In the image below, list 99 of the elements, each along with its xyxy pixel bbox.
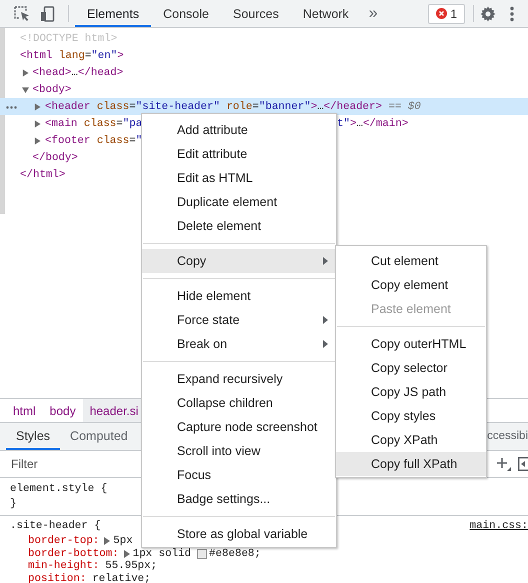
menu-item[interactable]: Cut element bbox=[336, 249, 486, 273]
css-property-name[interactable]: min-height: bbox=[28, 560, 100, 572]
settings-icon[interactable] bbox=[480, 6, 496, 22]
cursor-select-icon[interactable] bbox=[14, 6, 30, 22]
menu-item[interactable]: Badge settings... bbox=[142, 487, 336, 511]
menu-item-label: Force state bbox=[177, 313, 240, 327]
menu-item-label: Duplicate element bbox=[177, 195, 278, 209]
menu-item[interactable]: Add attribute bbox=[142, 118, 336, 142]
sidebar-toggle-icon[interactable] bbox=[518, 457, 528, 471]
menu-item-label: Copy XPath bbox=[371, 433, 438, 447]
color-swatch[interactable] bbox=[197, 548, 208, 559]
menu-item[interactable]: Scroll into view bbox=[142, 439, 336, 463]
menu-item-label: Delete element bbox=[177, 219, 262, 233]
menu-item-label: Cut element bbox=[371, 254, 438, 268]
code-line: <main class="pa bbox=[45, 118, 142, 130]
code-line: <head>…</head> bbox=[32, 66, 124, 78]
style-rule-text: } bbox=[10, 497, 16, 512]
menu-item-label: Hide element bbox=[177, 289, 251, 303]
plus-icon[interactable] bbox=[496, 457, 511, 471]
sidebar-tab[interactable]: Computed bbox=[60, 423, 138, 450]
menu-item-label: Break on bbox=[177, 337, 228, 351]
expand-arrow-icon[interactable] bbox=[34, 136, 41, 144]
menu-item[interactable]: Hide element bbox=[142, 284, 336, 308]
panel-tab[interactable]: Sources bbox=[220, 0, 291, 27]
scrollbar[interactable] bbox=[0, 28, 5, 214]
menu-item-label: Expand recursively bbox=[177, 372, 283, 386]
menu-item-label: Edit as HTML bbox=[177, 171, 253, 185]
menu-item[interactable]: Edit attribute bbox=[142, 142, 336, 166]
menu-item[interactable]: Duplicate element bbox=[142, 190, 336, 214]
sidebar-tab[interactable]: Styles bbox=[6, 423, 60, 450]
menu-item[interactable]: Copy styles bbox=[336, 404, 486, 428]
menu-item-label: Paste element bbox=[371, 302, 451, 316]
code-line: </body> bbox=[32, 152, 78, 164]
menu-item[interactable]: Copy XPath bbox=[336, 428, 486, 452]
more-tabs-button[interactable]: » bbox=[360, 4, 386, 22]
error-count-button[interactable]: 1 bbox=[428, 4, 465, 24]
menu-item-label: Collapse children bbox=[177, 396, 273, 410]
code-line: <!DOCTYPE html> bbox=[20, 32, 118, 44]
menu-item[interactable]: Edit as HTML bbox=[142, 166, 336, 190]
css-property-value[interactable]: #e8e8e8; bbox=[209, 548, 261, 560]
expand-arrow-icon[interactable] bbox=[34, 120, 41, 128]
code-line: t">…</main> bbox=[337, 118, 408, 130]
menu-item[interactable]: Copy full XPath bbox=[336, 452, 486, 476]
panel-tab[interactable]: Console bbox=[151, 0, 221, 27]
code-line: <footer class=" bbox=[45, 134, 142, 146]
style-rule-text: element.style { bbox=[10, 482, 108, 497]
code-line: <html lang="en"> bbox=[20, 50, 124, 62]
menu-item[interactable]: Copy bbox=[142, 249, 336, 273]
menu-item[interactable]: Delete element bbox=[142, 214, 336, 238]
code-line: <body> bbox=[32, 84, 72, 96]
breadcrumb[interactable]: html bbox=[6, 399, 43, 422]
menu-item[interactable]: Store as global variable bbox=[142, 522, 336, 546]
menu-item-label: Capture node screenshot bbox=[177, 420, 318, 434]
menu-item[interactable]: Copy element bbox=[336, 273, 486, 297]
css-property-value[interactable]: relative; bbox=[92, 572, 151, 583]
menu-item-label: Copy full XPath bbox=[371, 457, 458, 471]
menu-item[interactable]: Expand recursively bbox=[142, 367, 336, 391]
more-icon[interactable] bbox=[6, 106, 17, 109]
selected-row[interactable]: <header class="site-header" role="banner">…</header> == $0 bbox=[0, 98, 528, 115]
css-property-value[interactable]: 55.95px; bbox=[105, 560, 158, 572]
menu-item[interactable]: Copy outerHTML bbox=[336, 332, 486, 356]
menu-item-label: Store as global variable bbox=[177, 527, 308, 541]
menu-item[interactable]: Break on bbox=[142, 332, 336, 356]
menu-item-label: Scroll into view bbox=[177, 444, 260, 458]
css-property-value[interactable]: 5px bbox=[113, 535, 133, 548]
menu-item-label: Copy outerHTML bbox=[371, 337, 466, 351]
menu-item-label: Copy element bbox=[371, 278, 448, 292]
source-link[interactable]: main.css: bbox=[470, 518, 528, 534]
menu-item[interactable]: Copy JS path bbox=[336, 380, 486, 404]
menu-item[interactable]: Focus bbox=[142, 463, 336, 487]
css-property-name[interactable]: position: bbox=[28, 572, 86, 583]
code-line: </html> bbox=[20, 168, 66, 180]
menu-item-label: Edit attribute bbox=[177, 147, 248, 161]
expand-arrow-icon[interactable] bbox=[124, 550, 130, 558]
menu-item-label: Copy JS path bbox=[371, 385, 446, 399]
menu-item-label: Add attribute bbox=[177, 123, 248, 137]
menu-item-label: Badge settings... bbox=[177, 492, 270, 506]
menu-item[interactable]: Force state bbox=[142, 308, 336, 332]
more-menu-icon[interactable] bbox=[510, 6, 514, 22]
menu-item-label: Copy bbox=[177, 254, 206, 268]
sidebar-tab[interactable]: ccessibi bbox=[487, 423, 528, 450]
css-property-name[interactable]: border-bottom: bbox=[28, 548, 119, 560]
breadcrumb[interactable]: body bbox=[42, 399, 83, 422]
css-property-name[interactable]: border-top: bbox=[28, 535, 100, 548]
menu-item-label: Copy styles bbox=[371, 409, 436, 423]
panel-tab[interactable]: Elements bbox=[75, 0, 152, 27]
expand-arrow-icon[interactable] bbox=[22, 68, 28, 76]
panel-tab[interactable]: Network bbox=[290, 0, 361, 27]
devices-icon[interactable] bbox=[40, 6, 56, 22]
expand-arrow-icon[interactable] bbox=[34, 102, 41, 110]
expand-arrow-icon[interactable] bbox=[104, 537, 110, 546]
menu-item-label: Copy selector bbox=[371, 361, 448, 375]
css-property-value[interactable]: 1px solid bbox=[132, 548, 192, 560]
css-selector: .site-header { bbox=[10, 519, 101, 534]
menu-item[interactable]: Copy selector bbox=[336, 356, 486, 380]
collapse-arrow-icon[interactable] bbox=[22, 86, 28, 94]
error-icon bbox=[436, 8, 448, 19]
code-line: <header class="site-header" role="banner">…</header> == $0 bbox=[45, 100, 421, 112]
menu-item-label: Focus bbox=[177, 468, 212, 482]
